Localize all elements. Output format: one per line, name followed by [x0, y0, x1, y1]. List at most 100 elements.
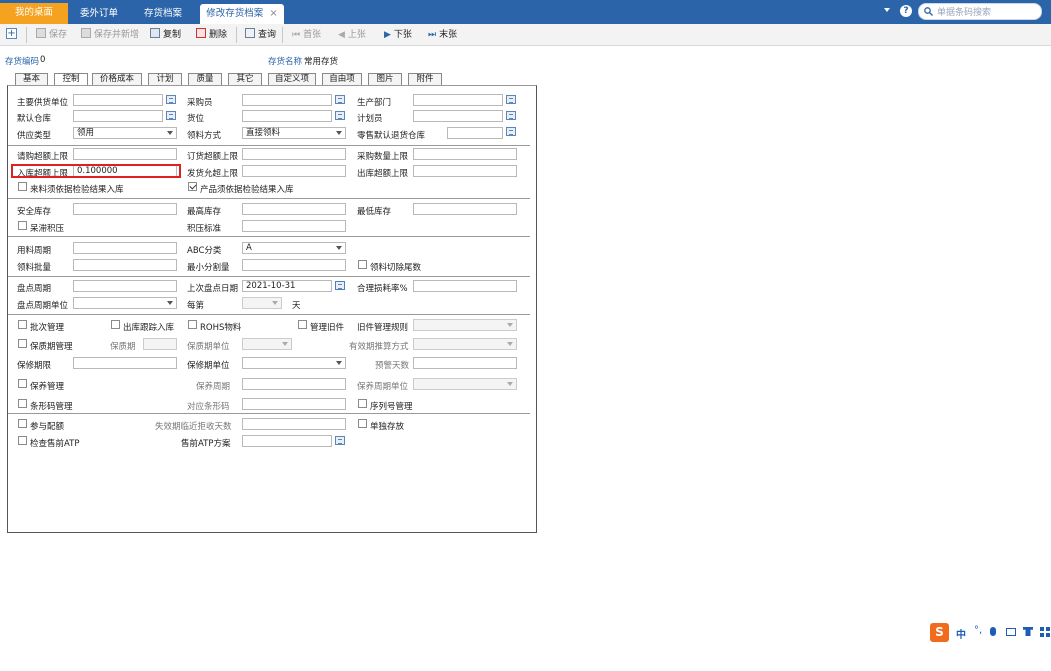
slow-moving-checkbox[interactable] — [18, 221, 27, 230]
buyer-input[interactable] — [242, 94, 332, 106]
atp-check-checkbox[interactable] — [18, 436, 27, 445]
add-icon[interactable]: + — [6, 28, 17, 39]
incoming-check-checkbox[interactable] — [18, 182, 27, 191]
first-button[interactable]: ⏮ 首张 — [292, 28, 321, 42]
purchase-qty-input[interactable] — [413, 148, 517, 160]
outbound-over-input[interactable] — [413, 165, 517, 177]
shelf-mgmt-checkbox[interactable] — [18, 339, 27, 348]
ime-mode[interactable]: 中 — [956, 626, 966, 641]
supply-type-select[interactable]: 领用 — [73, 127, 177, 139]
form-tab-quality[interactable]: 质量 — [188, 73, 222, 85]
shelf-period-input[interactable] — [143, 338, 177, 350]
warranty-input[interactable] — [73, 357, 177, 369]
supplier-ref-icon[interactable] — [166, 95, 176, 104]
barcode-checkbox[interactable] — [18, 399, 27, 408]
tab-outsource-order[interactable]: 委外订单 — [72, 4, 126, 24]
next-label: 下张 — [393, 30, 412, 40]
chevron-down-icon[interactable] — [884, 8, 890, 12]
barcode-map-input[interactable] — [242, 398, 346, 410]
issue-batch-label: 领料批量 — [17, 263, 52, 273]
tab-home[interactable]: 我的桌面 — [0, 3, 68, 24]
product-check-checkbox[interactable] — [188, 182, 197, 191]
form-tab-other[interactable]: 其它 — [228, 73, 262, 85]
safety-stock-input[interactable] — [73, 203, 177, 215]
form-tab-attachment[interactable]: 附件 — [408, 73, 442, 85]
serial-checkbox[interactable] — [358, 399, 367, 408]
count-cycle-input[interactable] — [73, 280, 177, 292]
close-icon[interactable]: × — [269, 8, 277, 19]
maint-checkbox[interactable] — [18, 379, 27, 388]
last-count-input[interactable]: 2021-10-31 — [242, 280, 332, 292]
abc-select[interactable]: A — [242, 242, 346, 254]
save-button[interactable]: 保存 — [36, 28, 67, 42]
warranty-unit-select[interactable] — [242, 357, 346, 369]
help-icon[interactable]: ? — [900, 5, 912, 17]
atp-plan-input[interactable] — [242, 435, 332, 447]
save-new-button[interactable]: 保存并新增 — [81, 28, 139, 42]
quota-checkbox[interactable] — [18, 419, 27, 428]
every-select[interactable] — [242, 297, 282, 309]
separate-checkbox[interactable] — [358, 419, 367, 428]
form-tab-price-cost[interactable]: 价格成本 — [92, 73, 142, 85]
outbound-track-checkbox[interactable] — [111, 320, 120, 329]
supplier-input[interactable] — [73, 94, 163, 106]
batch-mgmt-checkbox[interactable] — [18, 320, 27, 329]
req-over-input[interactable] — [73, 148, 177, 160]
location-input[interactable] — [242, 110, 332, 122]
form-tab-free[interactable]: 自由项 — [322, 73, 362, 85]
retail-return-ref-icon[interactable] — [506, 127, 516, 136]
form-tab-basic[interactable]: 基本 — [15, 73, 48, 85]
query-button[interactable]: 查询 — [245, 28, 276, 42]
shelf-unit-select[interactable] — [242, 338, 292, 350]
copy-button[interactable]: 复制 — [150, 28, 181, 42]
keyboard-icon[interactable] — [1006, 628, 1016, 636]
delete-button[interactable]: 删除 — [196, 28, 227, 42]
next-button[interactable]: ▶ 下张 — [384, 28, 412, 42]
issue-method-select[interactable]: 直接领料 — [242, 127, 346, 139]
prev-button[interactable]: ◀ 上张 — [338, 28, 366, 42]
warn-days-input[interactable] — [413, 357, 517, 369]
form-tab-custom[interactable]: 自定义项 — [268, 73, 316, 85]
dept-input[interactable] — [413, 94, 503, 106]
rohs-checkbox[interactable] — [188, 320, 197, 329]
retail-return-input[interactable] — [447, 127, 503, 139]
max-stock-input[interactable] — [242, 203, 346, 215]
warehouse-ref-icon[interactable] — [166, 111, 176, 120]
punct-icon[interactable]: °, — [974, 625, 982, 636]
location-ref-icon[interactable] — [335, 111, 345, 120]
sogou-logo-icon[interactable]: S — [930, 623, 949, 642]
min-split-input[interactable] — [242, 259, 346, 271]
expiry-calc-select[interactable] — [413, 338, 517, 350]
skin-icon[interactable] — [1023, 627, 1033, 636]
tab-inventory-archive[interactable]: 存货档案 — [134, 4, 192, 24]
usage-cycle-input[interactable] — [73, 242, 177, 254]
form-tab-plan[interactable]: 计划 — [148, 73, 182, 85]
reject-days-input[interactable] — [242, 418, 346, 430]
warehouse-input[interactable] — [73, 110, 163, 122]
calendar-icon[interactable] — [335, 281, 345, 290]
maint-cycle-input[interactable] — [242, 378, 346, 390]
planner-ref-icon[interactable] — [506, 111, 516, 120]
cut-tail-checkbox[interactable] — [358, 260, 367, 269]
old-parts-checkbox[interactable] — [298, 320, 307, 329]
ship-over-input[interactable] — [242, 165, 346, 177]
dept-ref-icon[interactable] — [506, 95, 516, 104]
old-rule-select[interactable] — [413, 319, 517, 331]
min-stock-input[interactable] — [413, 203, 517, 215]
loss-rate-input[interactable] — [413, 280, 517, 292]
tab-edit-inventory[interactable]: 修改存货档案 × — [200, 4, 284, 24]
search-box[interactable]: 单据条码搜索 — [918, 3, 1042, 20]
issue-batch-input[interactable] — [73, 259, 177, 271]
buyer-ref-icon[interactable] — [335, 95, 345, 104]
grid-menu-icon[interactable] — [1040, 627, 1050, 637]
maint-unit-select[interactable] — [413, 378, 517, 390]
mic-icon[interactable] — [990, 627, 996, 636]
search-input[interactable]: 单据条码搜索 — [937, 5, 991, 18]
overstock-input[interactable] — [242, 220, 346, 232]
last-button[interactable]: ⏭ 末张 — [428, 28, 457, 42]
planner-input[interactable] — [413, 110, 503, 122]
form-tab-image[interactable]: 图片 — [368, 73, 402, 85]
count-unit-select[interactable] — [73, 297, 177, 309]
atp-plan-ref-icon[interactable] — [335, 436, 345, 445]
order-over-input[interactable] — [242, 148, 346, 160]
